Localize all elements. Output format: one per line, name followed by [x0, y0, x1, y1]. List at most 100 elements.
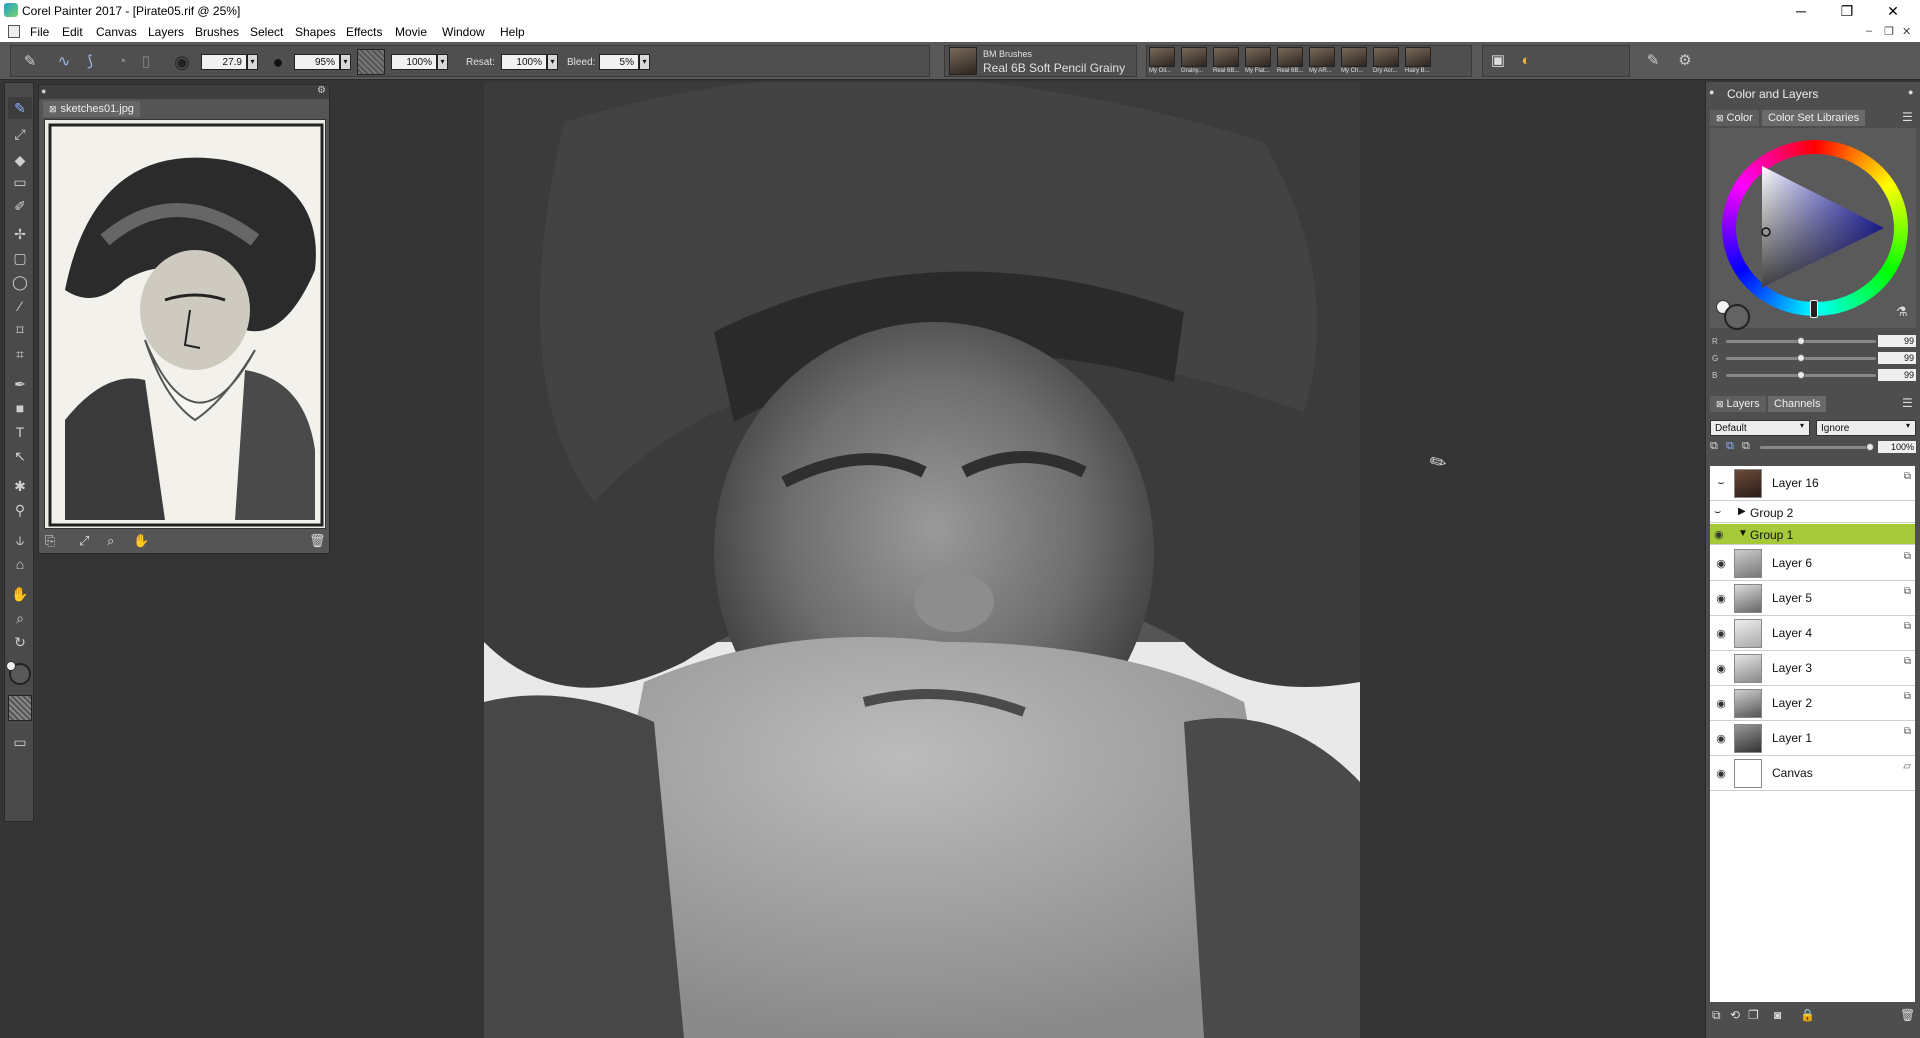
menu-brushes[interactable]: Brushes: [195, 25, 239, 39]
color-panel-menu-icon[interactable]: ☰: [1902, 110, 1913, 124]
lock-layer-icon[interactable]: 🔒: [1800, 1008, 1815, 1022]
brush-selector[interactable]: BM Brushes Real 6B Soft Pencil Grainy: [944, 45, 1137, 77]
tab-color-set-libraries[interactable]: Color Set Libraries: [1762, 110, 1866, 126]
menu-movie[interactable]: Movie: [395, 25, 427, 39]
menu-layers[interactable]: Layers: [148, 25, 184, 39]
canvas-layer-row[interactable]: ◉ Canvas ▱: [1710, 756, 1915, 791]
panel-collapse-icon[interactable]: ●: [41, 86, 46, 96]
blender-tool[interactable]: ✐: [8, 195, 32, 217]
group-collapse-icon[interactable]: ▼: [1738, 528, 1748, 539]
shape-selection-tool[interactable]: ↖: [8, 445, 32, 467]
b-value[interactable]: 99: [1878, 369, 1916, 381]
perspective-guides-tool[interactable]: ⌂: [8, 553, 32, 575]
lasso-tool[interactable]: ◯: [8, 271, 32, 293]
layer-opacity-slider[interactable]: [1760, 446, 1872, 449]
magnifier-tool[interactable]: ⌕: [8, 607, 32, 629]
visibility-eye-icon[interactable]: ◉: [1714, 662, 1728, 675]
visibility-hidden-icon[interactable]: ⌣: [1714, 506, 1721, 519]
menu-help[interactable]: Help: [500, 25, 525, 39]
group-name[interactable]: Group 2: [1750, 506, 1793, 520]
restore-button[interactable]: ❐: [1824, 0, 1870, 22]
resat-dropdown[interactable]: ▾: [547, 54, 558, 70]
layer-opacity-value[interactable]: 100%: [1878, 441, 1916, 453]
screen-mode-toggle[interactable]: ▭: [8, 731, 32, 753]
lock-transparency-icon[interactable]: ⧉: [1710, 440, 1718, 453]
visibility-eye-icon[interactable]: ◉: [1714, 697, 1728, 710]
layer-row[interactable]: ◉ Layer 5 ⧉: [1710, 581, 1915, 616]
open-image-icon[interactable]: ⎘: [45, 533, 55, 549]
recent-brush-9[interactable]: [1405, 47, 1431, 67]
mirror-painting-tool[interactable]: ⫝: [8, 529, 32, 551]
cloner-tool[interactable]: ✱: [8, 475, 32, 497]
saturation-value-triangle[interactable]: [1758, 162, 1888, 292]
reference-panel-header[interactable]: [39, 85, 329, 99]
group-row[interactable]: ⌣ ▶ Group 2: [1710, 502, 1915, 523]
dropper-tool[interactable]: ⤢: [8, 123, 32, 145]
document-icon[interactable]: [8, 25, 20, 38]
visibility-eye-icon[interactable]: ◉: [1714, 767, 1728, 780]
tab-layers[interactable]: ⊠ Layers: [1710, 396, 1766, 412]
menu-shapes[interactable]: Shapes: [295, 25, 336, 39]
opacity-field[interactable]: 95%: [294, 54, 340, 70]
recent-brush-1[interactable]: [1149, 47, 1175, 67]
freehand-stroke-icon[interactable]: ∿: [53, 51, 75, 73]
layer-row[interactable]: ◉ Layer 6 ⧉: [1710, 546, 1915, 581]
close-layers-tab-icon[interactable]: ⊠: [1716, 399, 1724, 409]
panel-options-icon[interactable]: ⚙: [317, 85, 326, 96]
layer-opacity-knob[interactable]: [1866, 443, 1874, 451]
layer-name[interactable]: Layer 1: [1772, 731, 1812, 745]
tab-channels[interactable]: Channels: [1768, 396, 1827, 412]
eraser-tool[interactable]: ▭: [8, 171, 32, 193]
bleed-field[interactable]: 5%: [599, 54, 639, 70]
layer-mask-icon[interactable]: ◙: [1774, 1008, 1781, 1022]
size-field[interactable]: 27.9: [201, 54, 247, 70]
menu-window[interactable]: Window: [442, 25, 485, 39]
close-button[interactable]: ✕: [1870, 0, 1916, 22]
reference-image-icon[interactable]: ▣: [1487, 50, 1509, 72]
minimize-button[interactable]: ─: [1778, 0, 1824, 22]
menu-select[interactable]: Select: [250, 25, 283, 39]
visibility-eye-icon[interactable]: ◉: [1714, 592, 1728, 605]
visibility-eye-icon[interactable]: ◉: [1714, 732, 1728, 745]
magic-wand-tool[interactable]: ⁄: [8, 295, 32, 317]
composite-method-select[interactable]: Default: [1710, 420, 1810, 436]
composite-depth-select[interactable]: Ignore: [1816, 420, 1916, 436]
layer-name[interactable]: Layer 4: [1772, 626, 1812, 640]
panel-group-header[interactable]: ● Color and Layers ●: [1706, 86, 1920, 102]
layer-row[interactable]: ◉ Layer 3 ⧉: [1710, 651, 1915, 686]
brush-controls-icon[interactable]: ✎: [1642, 50, 1664, 72]
recent-brush-4[interactable]: [1245, 47, 1271, 67]
recent-brush-5[interactable]: [1277, 47, 1303, 67]
layers-panel-menu-icon[interactable]: ☰: [1902, 396, 1913, 410]
crop-tool[interactable]: ⌗: [8, 343, 32, 365]
transform-tool[interactable]: ⌑: [8, 319, 32, 341]
reference-grabber-icon[interactable]: ✋: [133, 533, 149, 549]
doc-restore-button[interactable]: ❐: [1884, 25, 1894, 38]
recent-brush-2[interactable]: [1181, 47, 1207, 67]
menu-edit[interactable]: Edit: [62, 25, 83, 39]
bleed-dropdown[interactable]: ▾: [639, 54, 650, 70]
group-expand-icon[interactable]: ▶: [1738, 506, 1746, 517]
brush-tool[interactable]: ✎: [8, 97, 32, 119]
layer-row[interactable]: ◉ Layer 4 ⧉: [1710, 616, 1915, 651]
close-tab-icon[interactable]: ⊠: [49, 104, 57, 114]
grain-field[interactable]: 100%: [391, 54, 437, 70]
painting-canvas[interactable]: [484, 82, 1360, 1038]
preserve-transparency-icon[interactable]: ⧉: [1742, 440, 1750, 453]
layer-name[interactable]: Layer 5: [1772, 591, 1812, 605]
brush-tool-icon[interactable]: ✎: [19, 51, 41, 73]
paint-bucket-tool[interactable]: ◆: [8, 149, 32, 171]
pick-up-underlying-color-icon[interactable]: ⧉: [1726, 440, 1734, 453]
additional-color-swatch[interactable]: [6, 661, 16, 671]
layer-adjuster-tool[interactable]: ✢: [8, 223, 32, 245]
layer-row[interactable]: ⌣ Layer 16 ⧉: [1710, 466, 1915, 501]
grain-dropdown[interactable]: ▾: [437, 54, 448, 70]
recent-brush-8[interactable]: [1373, 47, 1399, 67]
stylus-settings-icon[interactable]: ◔: [111, 51, 133, 73]
menu-file[interactable]: File: [30, 25, 49, 39]
dab-preview-icon[interactable]: ▯: [135, 51, 157, 73]
grabber-tool[interactable]: ✋: [8, 583, 32, 605]
menu-canvas[interactable]: Canvas: [96, 25, 137, 39]
layer-name[interactable]: Layer 6: [1772, 556, 1812, 570]
settings-gear-icon[interactable]: ⚙: [1674, 50, 1696, 72]
